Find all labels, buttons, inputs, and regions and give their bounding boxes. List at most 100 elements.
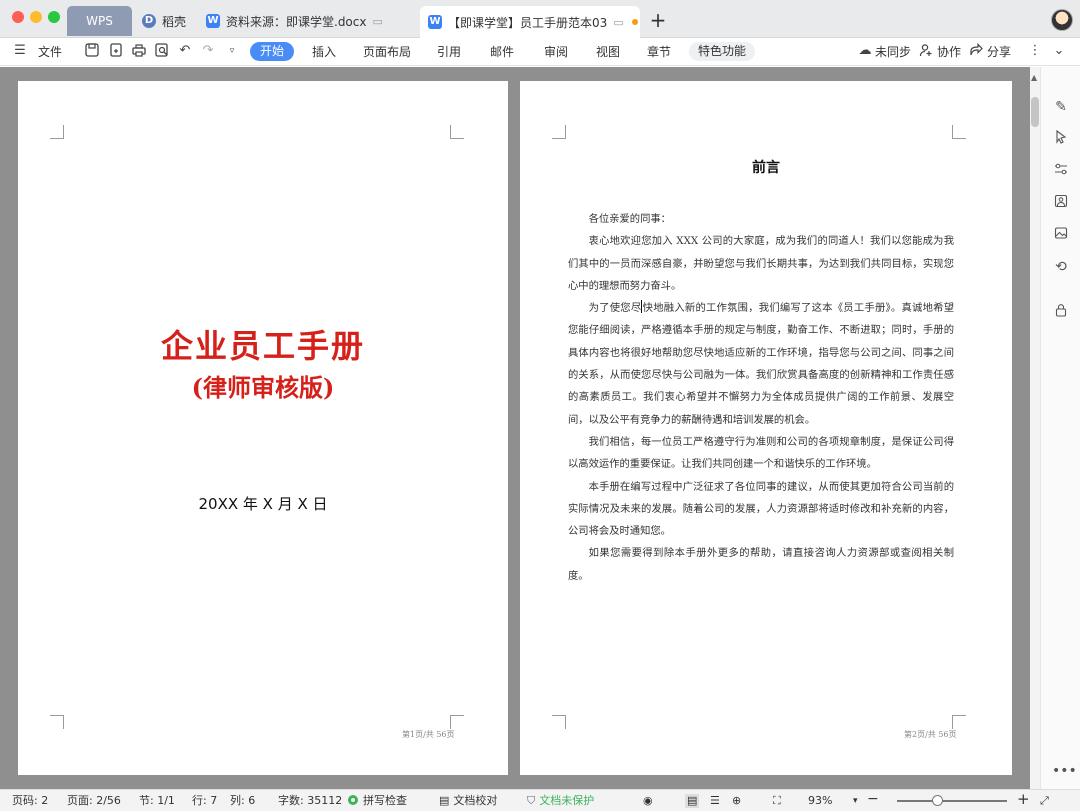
tab-label: 资料来源：即课学堂.docx — [226, 14, 367, 29]
more-horizontal-icon[interactable]: ••• — [1052, 762, 1077, 780]
margin-mark — [50, 125, 64, 139]
minimize-window-button[interactable] — [30, 11, 42, 23]
picture-gallery-icon[interactable] — [1052, 226, 1070, 244]
text-run: 为了使您尽 — [588, 302, 642, 315]
proof-icon: ▤ — [439, 794, 450, 807]
print-preview-icon[interactable] — [154, 43, 170, 59]
zoom-out-button[interactable]: − — [867, 792, 879, 806]
margin-mark — [450, 125, 464, 139]
margin-mark — [952, 715, 966, 729]
pen-edit-icon[interactable]: ✎ — [1052, 98, 1070, 116]
zoom-slider-knob[interactable] — [932, 795, 944, 806]
outline-view-icon[interactable]: ☰ — [710, 794, 720, 808]
scroll-thumb[interactable] — [1031, 97, 1039, 127]
chevron-down-icon[interactable]: ⌄ — [1051, 43, 1067, 59]
fullscreen-icon[interactable]: ⤢ — [1040, 794, 1049, 808]
title-bar: WPS D 稻壳 W 资料来源：即课学堂.docx ▭ W 【即课学堂】员工手册… — [0, 0, 1080, 38]
undo-icon[interactable]: ↶ — [177, 43, 193, 59]
doc-proof-label: 文档校对 — [453, 794, 498, 807]
doc-protect-label: 文档未保护 — [539, 794, 595, 807]
tab-document-source[interactable]: W 资料来源：即课学堂.docx ▭ — [198, 6, 418, 36]
preface-paragraph: 衷心地欢迎您加入 XXX 公司的大家庭，成为我们的同道人！我们以您能成为我们其中… — [568, 235, 954, 292]
select-pointer-icon[interactable] — [1052, 129, 1070, 148]
save-icon[interactable] — [84, 43, 100, 59]
tab-references[interactable]: 引用 — [437, 42, 461, 62]
preface-paragraph: 我们相信，每一位员工严格遵守行为准则和公司的各项规章制度，是保证公司得以高效运作… — [568, 435, 954, 471]
wps-writer-icon: W — [206, 14, 220, 28]
close-window-button[interactable] — [12, 11, 24, 23]
status-section[interactable]: 节: 1/1 — [139, 794, 175, 808]
wps-writer-icon: W — [428, 15, 442, 29]
tab-page-layout[interactable]: 页面布局 — [363, 42, 411, 62]
cover-page[interactable]: 企业员工手册 (律师审核版) 20XX 年 X 月 X 日 第1页/共 56页 — [18, 81, 508, 775]
sync-status[interactable]: 未同步 — [875, 42, 911, 62]
web-view-globe-icon[interactable]: ⊕ — [732, 794, 741, 808]
tab-document-handbook[interactable]: W 【即课学堂】员工手册范本03 ▭ — [420, 6, 640, 38]
preface-paragraph: 为了使您尽快地融入新的工作氛围，我们编写了这本《员工手册》。真诚地希望您能仔细阅… — [568, 297, 954, 431]
status-column[interactable]: 列: 6 — [230, 794, 255, 808]
adjust-sliders-icon[interactable] — [1052, 162, 1070, 180]
spell-check-label: 拼写检查 — [363, 794, 407, 807]
more-vertical-icon[interactable]: ⋮ — [1027, 43, 1043, 59]
spell-check-icon — [348, 795, 358, 805]
zoom-level[interactable]: 93% — [808, 794, 832, 808]
cover-title: 企业员工手册 — [160, 327, 365, 365]
status-row[interactable]: 行: 7 — [192, 794, 217, 808]
quick-access-dropdown-icon[interactable]: ▿ — [224, 43, 240, 59]
page-footer: 第1页/共 56页 — [402, 730, 455, 739]
tab-special-features[interactable]: 特色功能 — [689, 42, 755, 61]
preface-page[interactable]: 前言 各位亲爱的同事： 衷心地欢迎您加入 XXX 公司的大家庭，成为我们的同道人… — [520, 81, 1012, 775]
shield-icon: ⛉ — [527, 794, 536, 807]
cover-subtitle: (律师审核版) — [191, 373, 335, 402]
zoom-window-button[interactable] — [48, 11, 60, 23]
preface-body[interactable]: 各位亲爱的同事： 衷心地欢迎您加入 XXX 公司的大家庭，成为我们的同道人！我们… — [568, 208, 954, 587]
tab-review[interactable]: 审阅 — [544, 42, 568, 62]
hamburger-menu-icon[interactable]: ☰ — [12, 43, 28, 59]
margin-mark — [552, 125, 566, 139]
status-bar: 页码: 2 页面: 2/56 节: 1/1 行: 7 列: 6 字数: 3511… — [0, 789, 1080, 811]
reading-mode-eye-icon[interactable]: ◉ — [643, 794, 653, 808]
preface-paragraph: 本手册在编写过程中广泛征求了各位同事的建议，从而使其更加符合公司当前的实际情况及… — [568, 480, 954, 538]
tab-chapter[interactable]: 章节 — [647, 42, 671, 62]
print-icon[interactable] — [131, 43, 147, 59]
share-button[interactable]: 分享 — [987, 42, 1011, 62]
lock-icon[interactable] — [1052, 303, 1070, 321]
doc-proof-button[interactable]: ▤ 文档校对 — [439, 794, 497, 808]
export-pdf-icon[interactable] — [108, 43, 124, 59]
tab-start[interactable]: 开始 — [250, 42, 294, 61]
zoom-in-button[interactable]: + — [1017, 792, 1030, 807]
spell-check-button[interactable]: 拼写检查 — [348, 794, 407, 808]
ribbon-toolbar: ☰ 文件 ↶ ↷ ▿ 开始 插入 页面布局 引用 邮件 审阅 视图 章节 特色功… — [0, 38, 1080, 66]
document-canvas[interactable]: 企业员工手册 (律师审核版) 20XX 年 X 月 X 日 第1页/共 56页 … — [0, 67, 1030, 789]
tab-wps[interactable]: WPS — [67, 6, 132, 36]
page-footer: 第2页/共 56页 — [904, 730, 957, 739]
tab-mail[interactable]: 邮件 — [490, 42, 514, 62]
status-word-count[interactable]: 字数: 35112 — [278, 794, 342, 808]
tab-insert[interactable]: 插入 — [312, 42, 336, 62]
page-view-icon[interactable]: ▤ — [685, 794, 700, 808]
fit-page-icon[interactable]: ⛶ — [773, 794, 781, 808]
margin-mark — [552, 715, 566, 729]
cloud-sync-icon: ☁ — [858, 43, 872, 58]
collaborate-button[interactable]: 协作 — [937, 42, 961, 62]
zoom-dropdown-icon[interactable]: ▾ — [853, 794, 858, 808]
text-run: 快地融入新的工作氛围，我们编写了这本《员工手册》。真诚地希望您能仔细阅读，严格遵… — [568, 302, 954, 426]
avatar[interactable] — [1051, 9, 1073, 31]
tab-daoke[interactable]: D 稻壳 — [134, 6, 196, 36]
monitor-icon: ▭ — [613, 15, 624, 29]
status-pages[interactable]: 页面: 2/56 — [67, 794, 121, 808]
tab-label: 【即课学堂】员工手册范本03 — [448, 15, 608, 30]
tab-view[interactable]: 视图 — [596, 42, 620, 62]
doc-protect-button[interactable]: ⛉ 文档未保护 — [527, 794, 594, 808]
image-frame-icon[interactable] — [1052, 194, 1070, 212]
daoke-icon: D — [142, 14, 156, 28]
scroll-up-icon[interactable]: ▲ — [1031, 73, 1037, 82]
status-page-code[interactable]: 页码: 2 — [12, 794, 48, 808]
zoom-slider-track[interactable] — [897, 800, 1007, 802]
history-clock-icon[interactable]: ⟲ — [1052, 258, 1070, 276]
vertical-scrollbar[interactable]: ▲ — [1030, 67, 1040, 789]
new-tab-button[interactable]: + — [648, 8, 668, 32]
redo-icon[interactable]: ↷ — [200, 43, 216, 59]
file-menu[interactable]: 文件 — [38, 42, 62, 62]
preface-greeting: 各位亲爱的同事： — [588, 213, 671, 225]
